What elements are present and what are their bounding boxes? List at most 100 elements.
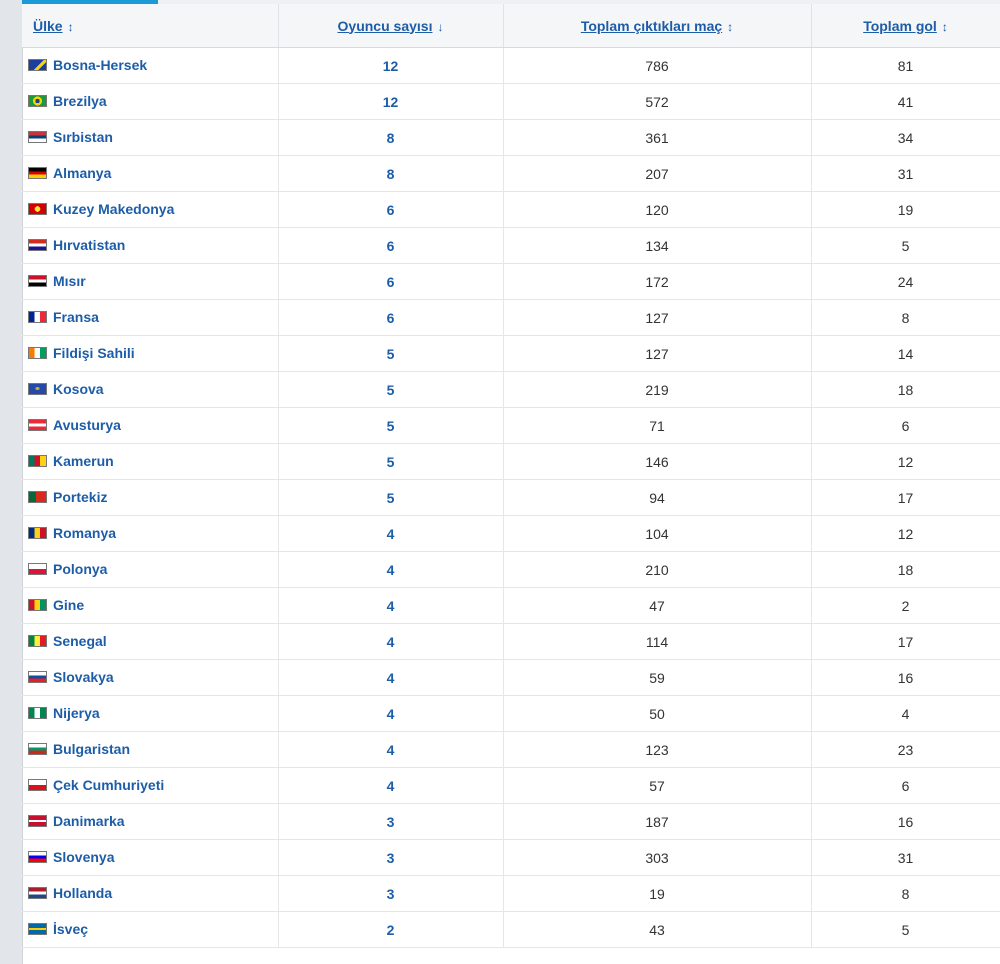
country-cell[interactable]: Avusturya [22,407,279,444]
country-name-link[interactable]: Çek Cumhuriyeti [53,777,164,793]
player-count-cell[interactable]: 4 [278,515,504,552]
country-cell[interactable]: Senegal [22,623,279,660]
player-count-cell[interactable]: 6 [278,263,504,300]
country-name-link[interactable]: Hollanda [53,885,112,901]
matches-cell: 172 [503,263,812,300]
sort-descending-icon[interactable]: ↓ [437,20,443,34]
country-cell[interactable]: Danimarka [22,803,279,840]
goals-cell: 34 [811,119,1000,156]
country-cell[interactable]: Hollanda [22,875,279,912]
goals-cell: 19 [811,191,1000,228]
country-cell[interactable]: Polonya [22,551,279,588]
player-count-cell[interactable]: 3 [278,803,504,840]
player-count-cell[interactable]: 4 [278,587,504,624]
country-name-link[interactable]: Brezilya [53,93,107,109]
column-header-country[interactable]: Ülke ↕ [22,4,279,48]
country-name-link[interactable]: Gine [53,597,84,613]
table-row: Çek Cumhuriyeti 4 57 6 [22,767,1000,804]
country-name-link[interactable]: Kosova [53,381,104,397]
column-header-players[interactable]: Oyuncu sayısı ↓ [278,4,504,48]
column-header-goals[interactable]: Toplam gol ↕ [811,4,1000,48]
player-count-cell[interactable]: 5 [278,335,504,372]
country-name-link[interactable]: Slovakya [53,669,114,685]
country-cell[interactable]: Romanya [22,515,279,552]
player-count-cell[interactable]: 4 [278,623,504,660]
country-name-link[interactable]: Fransa [53,309,99,325]
column-header-country-label[interactable]: Ülke [33,18,63,34]
player-count-cell[interactable]: 5 [278,407,504,444]
country-cell[interactable]: Nijerya [22,695,279,732]
country-name-link[interactable]: Sırbistan [53,129,113,145]
country-name-link[interactable]: Nijerya [53,705,100,721]
goals-cell: 24 [811,263,1000,300]
player-count-cell[interactable]: 4 [278,731,504,768]
sort-both-icon[interactable]: ↕ [727,20,733,34]
country-name-link[interactable]: Bosna-Hersek [53,57,147,73]
matches-cell: 94 [503,479,812,516]
country-name-link[interactable]: Kamerun [53,453,114,469]
table-row: Bosna-Hersek 12 786 81 [22,47,1000,84]
player-count-cell[interactable]: 4 [278,695,504,732]
player-count-cell[interactable]: 5 [278,443,504,480]
player-count-cell[interactable]: 8 [278,119,504,156]
country-name-link[interactable]: Avusturya [53,417,121,433]
sort-both-icon[interactable]: ↕ [942,20,948,34]
player-count-cell[interactable]: 5 [278,479,504,516]
column-header-matches-label[interactable]: Toplam çıktıkları maç [581,18,722,34]
column-header-players-label[interactable]: Oyuncu sayısı [338,18,433,34]
country-name-link[interactable]: Mısır [53,273,86,289]
country-name-link[interactable]: Kuzey Makedonya [53,201,174,217]
country-name-link[interactable]: Romanya [53,525,116,541]
country-cell[interactable]: Brezilya [22,83,279,120]
country-cell[interactable]: Mısır [22,263,279,300]
player-count-cell[interactable]: 5 [278,371,504,408]
table-row: Danimarka 3 187 16 [22,803,1000,840]
country-cell[interactable]: Kosova [22,371,279,408]
country-cell[interactable]: İsveç [22,911,279,948]
table-row: Mısır 6 172 24 [22,263,1000,300]
country-cell[interactable]: Fildişi Sahili [22,335,279,372]
country-name-link[interactable]: Fildişi Sahili [53,345,135,361]
country-name-link[interactable]: İsveç [53,921,88,937]
country-name-link[interactable]: Almanya [53,165,111,181]
country-cell[interactable]: Fransa [22,299,279,336]
country-cell[interactable]: Bulgaristan [22,731,279,768]
country-name-link[interactable]: Portekiz [53,489,107,505]
country-name-link[interactable]: Polonya [53,561,107,577]
column-header-matches[interactable]: Toplam çıktıkları maç ↕ [503,4,812,48]
player-count-cell[interactable]: 6 [278,191,504,228]
country-name-link[interactable]: Bulgaristan [53,741,130,757]
country-cell[interactable]: Çek Cumhuriyeti [22,767,279,804]
player-count-cell[interactable]: 4 [278,767,504,804]
country-cell[interactable]: Hırvatistan [22,227,279,264]
country-name-link[interactable]: Hırvatistan [53,237,125,253]
player-count-cell[interactable]: 6 [278,299,504,336]
country-flag-icon [28,455,47,467]
country-cell[interactable]: Slovenya [22,839,279,876]
country-cell[interactable]: Portekiz [22,479,279,516]
column-header-goals-label[interactable]: Toplam gol [863,18,937,34]
country-cell[interactable]: Bosna-Hersek [22,47,279,84]
country-name-link[interactable]: Slovenya [53,849,114,865]
country-cell[interactable]: Kuzey Makedonya [22,191,279,228]
country-cell[interactable]: Almanya [22,155,279,192]
player-count-cell[interactable]: 4 [278,659,504,696]
player-count-cell[interactable]: 12 [278,47,504,84]
player-count-cell[interactable]: 3 [278,875,504,912]
country-cell[interactable]: Slovakya [22,659,279,696]
player-count-cell[interactable]: 4 [278,551,504,588]
goals-cell: 31 [811,839,1000,876]
table-row: Slovakya 4 59 16 [22,659,1000,696]
country-cell[interactable]: Kamerun [22,443,279,480]
player-count-cell[interactable]: 6 [278,227,504,264]
player-count-cell[interactable]: 3 [278,839,504,876]
country-stats-table: Ülke ↕ Oyuncu sayısı ↓ Toplam çıktıkları m… [22,4,1000,948]
country-name-link[interactable]: Danimarka [53,813,125,829]
player-count-cell[interactable]: 8 [278,155,504,192]
player-count-cell[interactable]: 2 [278,911,504,948]
country-cell[interactable]: Sırbistan [22,119,279,156]
country-name-link[interactable]: Senegal [53,633,107,649]
country-cell[interactable]: Gine [22,587,279,624]
player-count-cell[interactable]: 12 [278,83,504,120]
sort-both-icon[interactable]: ↕ [68,20,74,34]
